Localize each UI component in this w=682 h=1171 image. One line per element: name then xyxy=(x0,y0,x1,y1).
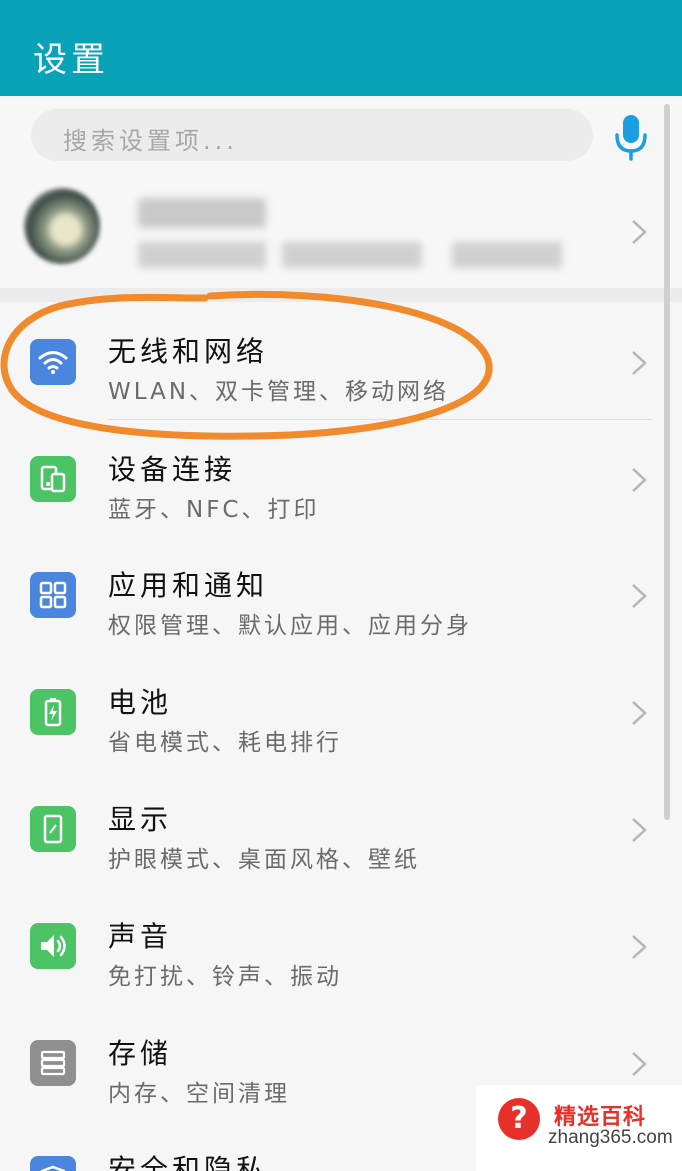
apps-grid-icon xyxy=(30,572,76,618)
speaker-icon xyxy=(30,923,76,969)
chevron-right-icon xyxy=(632,468,647,492)
settings-item-sound[interactable]: 声音 免打扰、铃声、振动 xyxy=(0,888,682,1006)
app-header: 设置 xyxy=(0,0,682,96)
item-subtitle: 省电模式、耗电排行 xyxy=(108,730,342,756)
chevron-right-icon xyxy=(632,1052,647,1076)
settings-item-battery[interactable]: 电池 省电模式、耗电排行 xyxy=(0,654,682,772)
avatar xyxy=(24,188,100,264)
item-title: 电池 xyxy=(108,686,173,719)
chevron-right-icon xyxy=(632,701,647,725)
item-title: 应用和通知 xyxy=(108,569,269,602)
device-connection-icon xyxy=(30,456,76,502)
account-row[interactable] xyxy=(0,176,682,288)
item-title: 存储 xyxy=(108,1037,173,1070)
display-icon xyxy=(30,806,76,852)
chevron-right-icon xyxy=(632,818,647,842)
chevron-right-icon xyxy=(632,351,647,375)
watermark-url: zhang365.com xyxy=(548,1127,673,1148)
highlight-circle-annotation xyxy=(0,290,493,440)
item-title: 安全和隐私 xyxy=(108,1153,269,1171)
chevron-right-icon xyxy=(632,584,647,608)
scrollbar[interactable] xyxy=(664,104,670,820)
item-subtitle: 免打扰、铃声、振动 xyxy=(108,964,342,990)
question-mark-logo-icon: ? xyxy=(498,1098,540,1140)
chevron-right-icon xyxy=(632,935,647,959)
item-title: 声音 xyxy=(108,920,173,953)
shield-icon xyxy=(30,1156,76,1171)
watermark: ? 精选百科 zhang365.com xyxy=(476,1085,682,1171)
search-row: 搜索设置项... xyxy=(0,96,682,176)
battery-icon xyxy=(30,689,76,735)
item-subtitle: 蓝牙、NFC、打印 xyxy=(108,497,320,523)
item-title: 设备连接 xyxy=(108,453,237,486)
microphone-icon[interactable] xyxy=(612,113,650,161)
search-placeholder: 搜索设置项... xyxy=(63,127,238,155)
settings-item-apps[interactable]: 应用和通知 权限管理、默认应用、应用分身 xyxy=(0,537,682,655)
storage-icon xyxy=(30,1040,76,1086)
item-subtitle: 权限管理、默认应用、应用分身 xyxy=(108,613,472,639)
item-title: 显示 xyxy=(108,803,173,836)
account-detail-blurred xyxy=(138,242,266,268)
item-subtitle: 内存、空间清理 xyxy=(108,1081,290,1107)
account-name-blurred xyxy=(138,198,266,228)
account-detail-blurred xyxy=(452,242,562,268)
item-subtitle: 护眼模式、桌面风格、壁纸 xyxy=(108,847,420,873)
settings-item-display[interactable]: 显示 护眼模式、桌面风格、壁纸 xyxy=(0,771,682,889)
search-input[interactable]: 搜索设置项... xyxy=(31,109,593,161)
chevron-right-icon xyxy=(632,220,647,244)
page-title: 设置 xyxy=(33,40,109,80)
account-detail-blurred xyxy=(282,242,422,268)
